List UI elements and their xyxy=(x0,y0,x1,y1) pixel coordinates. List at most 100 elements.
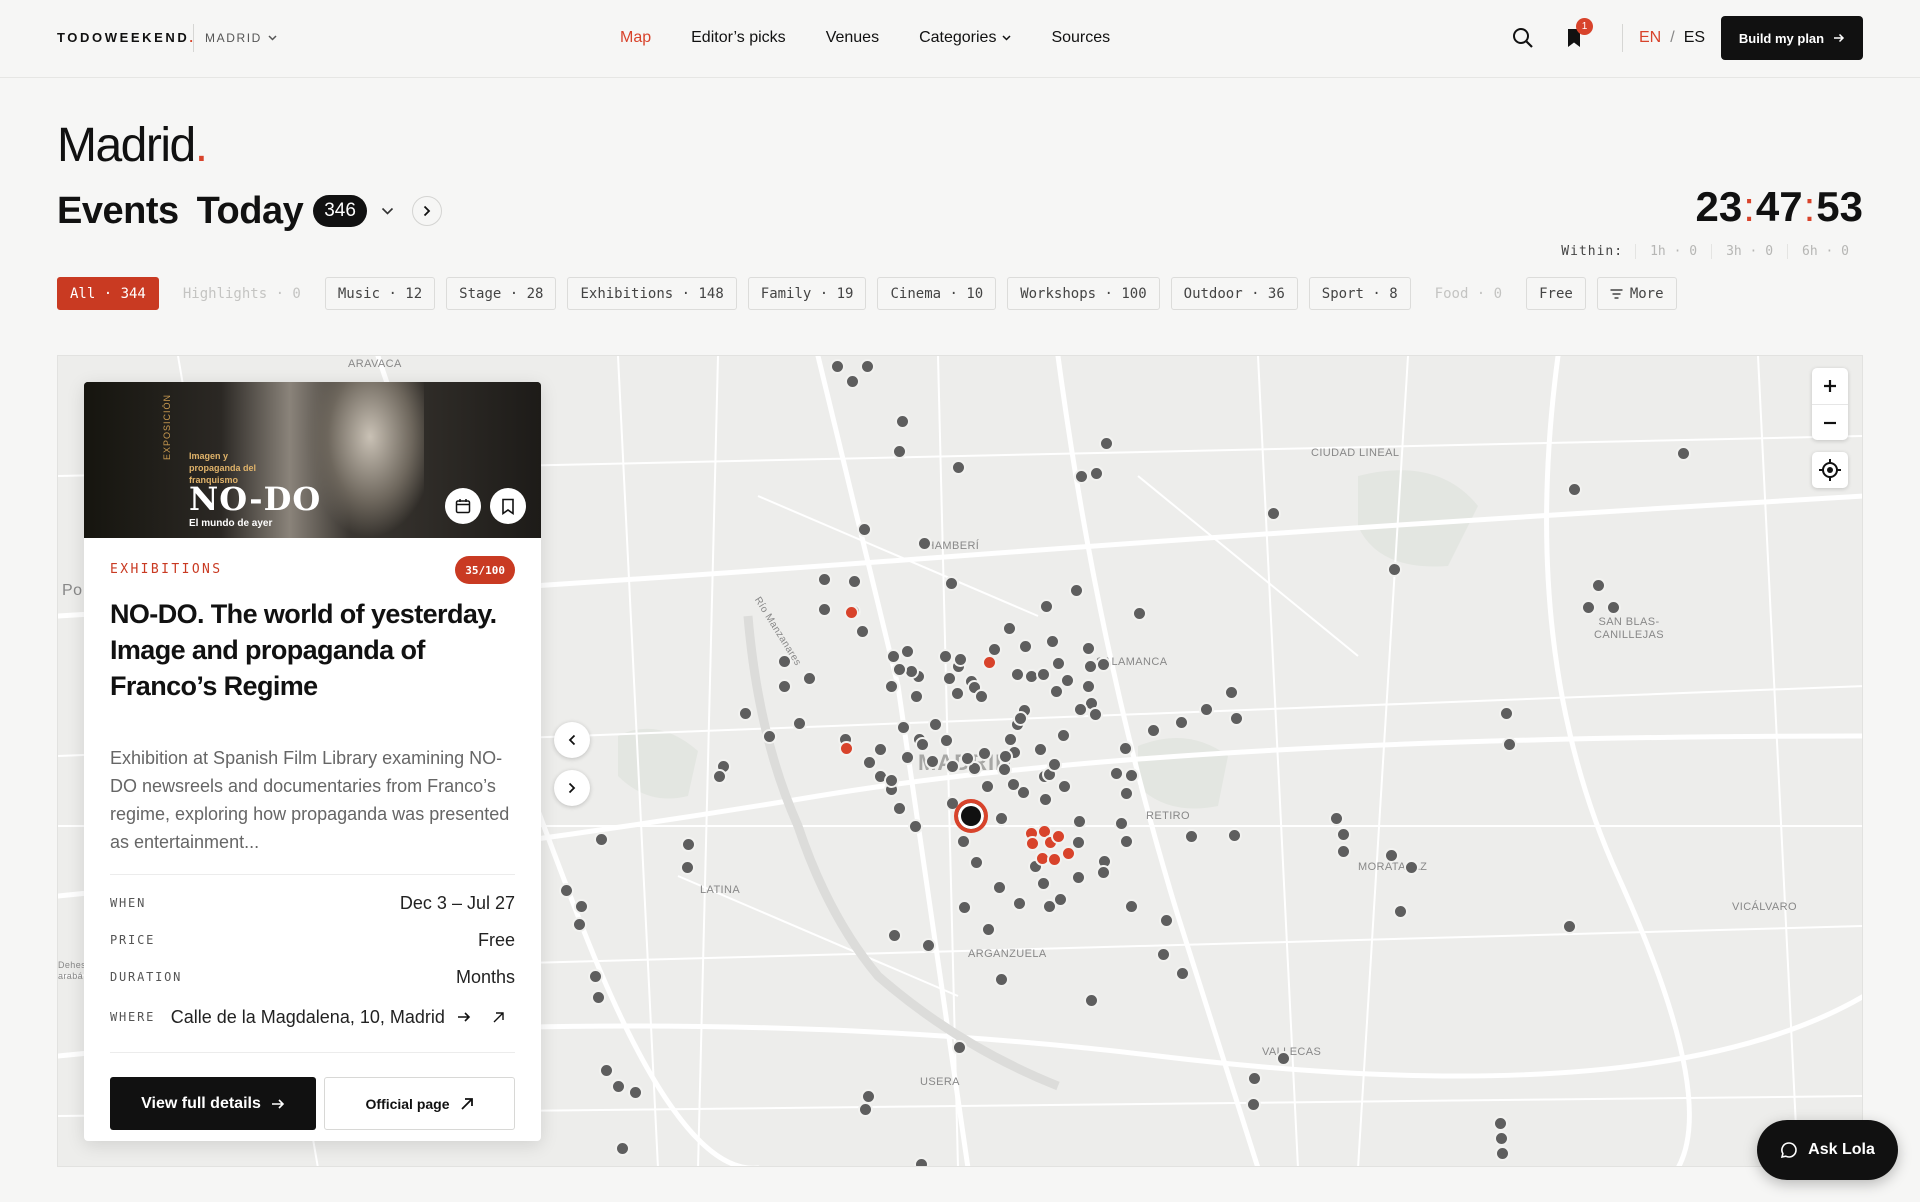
event-marker[interactable] xyxy=(997,762,1012,777)
event-marker[interactable] xyxy=(1499,706,1514,721)
event-marker[interactable] xyxy=(1606,600,1621,615)
event-marker[interactable] xyxy=(777,654,792,669)
event-marker[interactable] xyxy=(1003,732,1018,747)
event-marker-highlighted[interactable] xyxy=(1051,829,1066,844)
save-event-button[interactable] xyxy=(490,488,526,524)
event-marker[interactable] xyxy=(594,832,609,847)
event-marker[interactable] xyxy=(572,917,587,932)
event-marker[interactable] xyxy=(900,644,915,659)
event-marker[interactable] xyxy=(680,860,695,875)
event-marker[interactable] xyxy=(939,733,954,748)
event-marker[interactable] xyxy=(574,899,589,914)
event-marker[interactable] xyxy=(928,717,943,732)
lang-en[interactable]: EN xyxy=(1639,29,1661,47)
event-marker[interactable] xyxy=(1056,728,1071,743)
search-button[interactable] xyxy=(1509,24,1537,52)
event-marker[interactable] xyxy=(1229,711,1244,726)
event-marker[interactable] xyxy=(1276,1051,1291,1066)
event-marker[interactable] xyxy=(1072,814,1087,829)
event-marker[interactable] xyxy=(992,880,1007,895)
nav-item-editors-picks[interactable]: Editor’s picks xyxy=(691,29,786,47)
event-marker[interactable] xyxy=(1088,707,1103,722)
event-marker[interactable] xyxy=(855,624,870,639)
filter-chip-music[interactable]: Music · 12 xyxy=(324,277,436,310)
carousel-next-button[interactable] xyxy=(554,770,590,806)
event-marker-highlighted[interactable] xyxy=(844,605,859,620)
event-marker[interactable] xyxy=(1247,1071,1262,1086)
event-marker[interactable] xyxy=(1069,583,1084,598)
event-marker[interactable] xyxy=(1393,904,1408,919)
event-marker[interactable] xyxy=(945,759,960,774)
event-marker[interactable] xyxy=(615,1141,630,1156)
event-marker[interactable] xyxy=(957,900,972,915)
event-marker[interactable] xyxy=(994,972,1009,987)
event-marker[interactable] xyxy=(628,1085,643,1100)
event-marker[interactable] xyxy=(1676,446,1691,461)
event-marker[interactable] xyxy=(792,716,807,731)
event-marker[interactable] xyxy=(873,742,888,757)
event-marker[interactable] xyxy=(1495,1146,1510,1161)
event-marker[interactable] xyxy=(909,689,924,704)
event-marker[interactable] xyxy=(914,1157,929,1166)
filter-chip-more[interactable]: More xyxy=(1596,277,1677,310)
nav-item-categories[interactable]: Categories xyxy=(919,29,1011,47)
locate-me-button[interactable] xyxy=(1812,452,1848,488)
directions-button[interactable] xyxy=(447,1011,481,1023)
event-title[interactable]: NO-DO. The world of yesterday. Image and… xyxy=(110,596,515,704)
event-marker[interactable] xyxy=(1118,741,1133,756)
event-marker[interactable] xyxy=(1114,816,1129,831)
event-marker[interactable] xyxy=(559,883,574,898)
event-marker[interactable] xyxy=(1084,993,1099,1008)
view-full-details-button[interactable]: View full details xyxy=(110,1077,316,1130)
event-marker[interactable] xyxy=(1057,779,1072,794)
filter-chip-cinema[interactable]: Cinema · 10 xyxy=(877,277,997,310)
event-marker[interactable] xyxy=(1096,865,1111,880)
event-marker[interactable] xyxy=(1124,768,1139,783)
event-marker[interactable] xyxy=(681,837,696,852)
event-marker-selected[interactable] xyxy=(954,799,988,833)
filter-chip-stage[interactable]: Stage · 28 xyxy=(446,277,557,310)
event-marker[interactable] xyxy=(1494,1131,1509,1146)
event-marker[interactable] xyxy=(892,801,907,816)
nav-item-map[interactable]: Map xyxy=(620,29,651,47)
event-marker[interactable] xyxy=(892,662,907,677)
event-marker[interactable] xyxy=(956,834,971,849)
event-marker[interactable] xyxy=(591,990,606,1005)
event-marker[interactable] xyxy=(1038,792,1053,807)
nav-item-venues[interactable]: Venues xyxy=(826,29,879,47)
event-marker[interactable] xyxy=(1081,679,1096,694)
event-marker[interactable] xyxy=(895,414,910,429)
event-marker[interactable] xyxy=(712,769,727,784)
filter-chip-workshops[interactable]: Workshops · 100 xyxy=(1007,277,1160,310)
event-marker[interactable] xyxy=(969,855,984,870)
event-marker[interactable] xyxy=(884,679,899,694)
event-marker[interactable] xyxy=(977,746,992,761)
event-marker[interactable] xyxy=(921,938,936,953)
event-marker-highlighted[interactable] xyxy=(839,741,854,756)
event-marker[interactable] xyxy=(1124,899,1139,914)
filter-chip-exhibitions[interactable]: Exhibitions · 148 xyxy=(567,277,737,310)
saved-events-button[interactable]: 1 xyxy=(1560,18,1593,52)
build-plan-button[interactable]: Build my plan xyxy=(1721,16,1863,60)
event-marker[interactable] xyxy=(950,686,965,701)
event-marker[interactable] xyxy=(762,729,777,744)
event-marker[interactable] xyxy=(1246,1097,1261,1112)
event-marker[interactable] xyxy=(896,720,911,735)
event-marker[interactable] xyxy=(998,749,1013,764)
event-marker[interactable] xyxy=(1184,829,1199,844)
filter-chip-food[interactable]: Food · 0 xyxy=(1421,277,1516,310)
event-marker[interactable] xyxy=(915,737,930,752)
event-marker[interactable] xyxy=(1119,834,1134,849)
event-marker[interactable] xyxy=(1053,892,1068,907)
event-marker[interactable] xyxy=(1119,786,1134,801)
event-marker[interactable] xyxy=(599,1063,614,1078)
event-marker[interactable] xyxy=(1081,641,1096,656)
nav-item-sources[interactable]: Sources xyxy=(1051,29,1110,47)
within-option-3h[interactable]: 3h · 0 xyxy=(1711,244,1787,259)
event-marker[interactable] xyxy=(1036,667,1051,682)
brand-logo[interactable]: TODOWEEKEND. xyxy=(57,30,196,45)
event-marker[interactable] xyxy=(1146,723,1161,738)
event-marker[interactable] xyxy=(1336,827,1351,842)
event-marker[interactable] xyxy=(845,374,860,389)
event-marker[interactable] xyxy=(858,1102,873,1117)
